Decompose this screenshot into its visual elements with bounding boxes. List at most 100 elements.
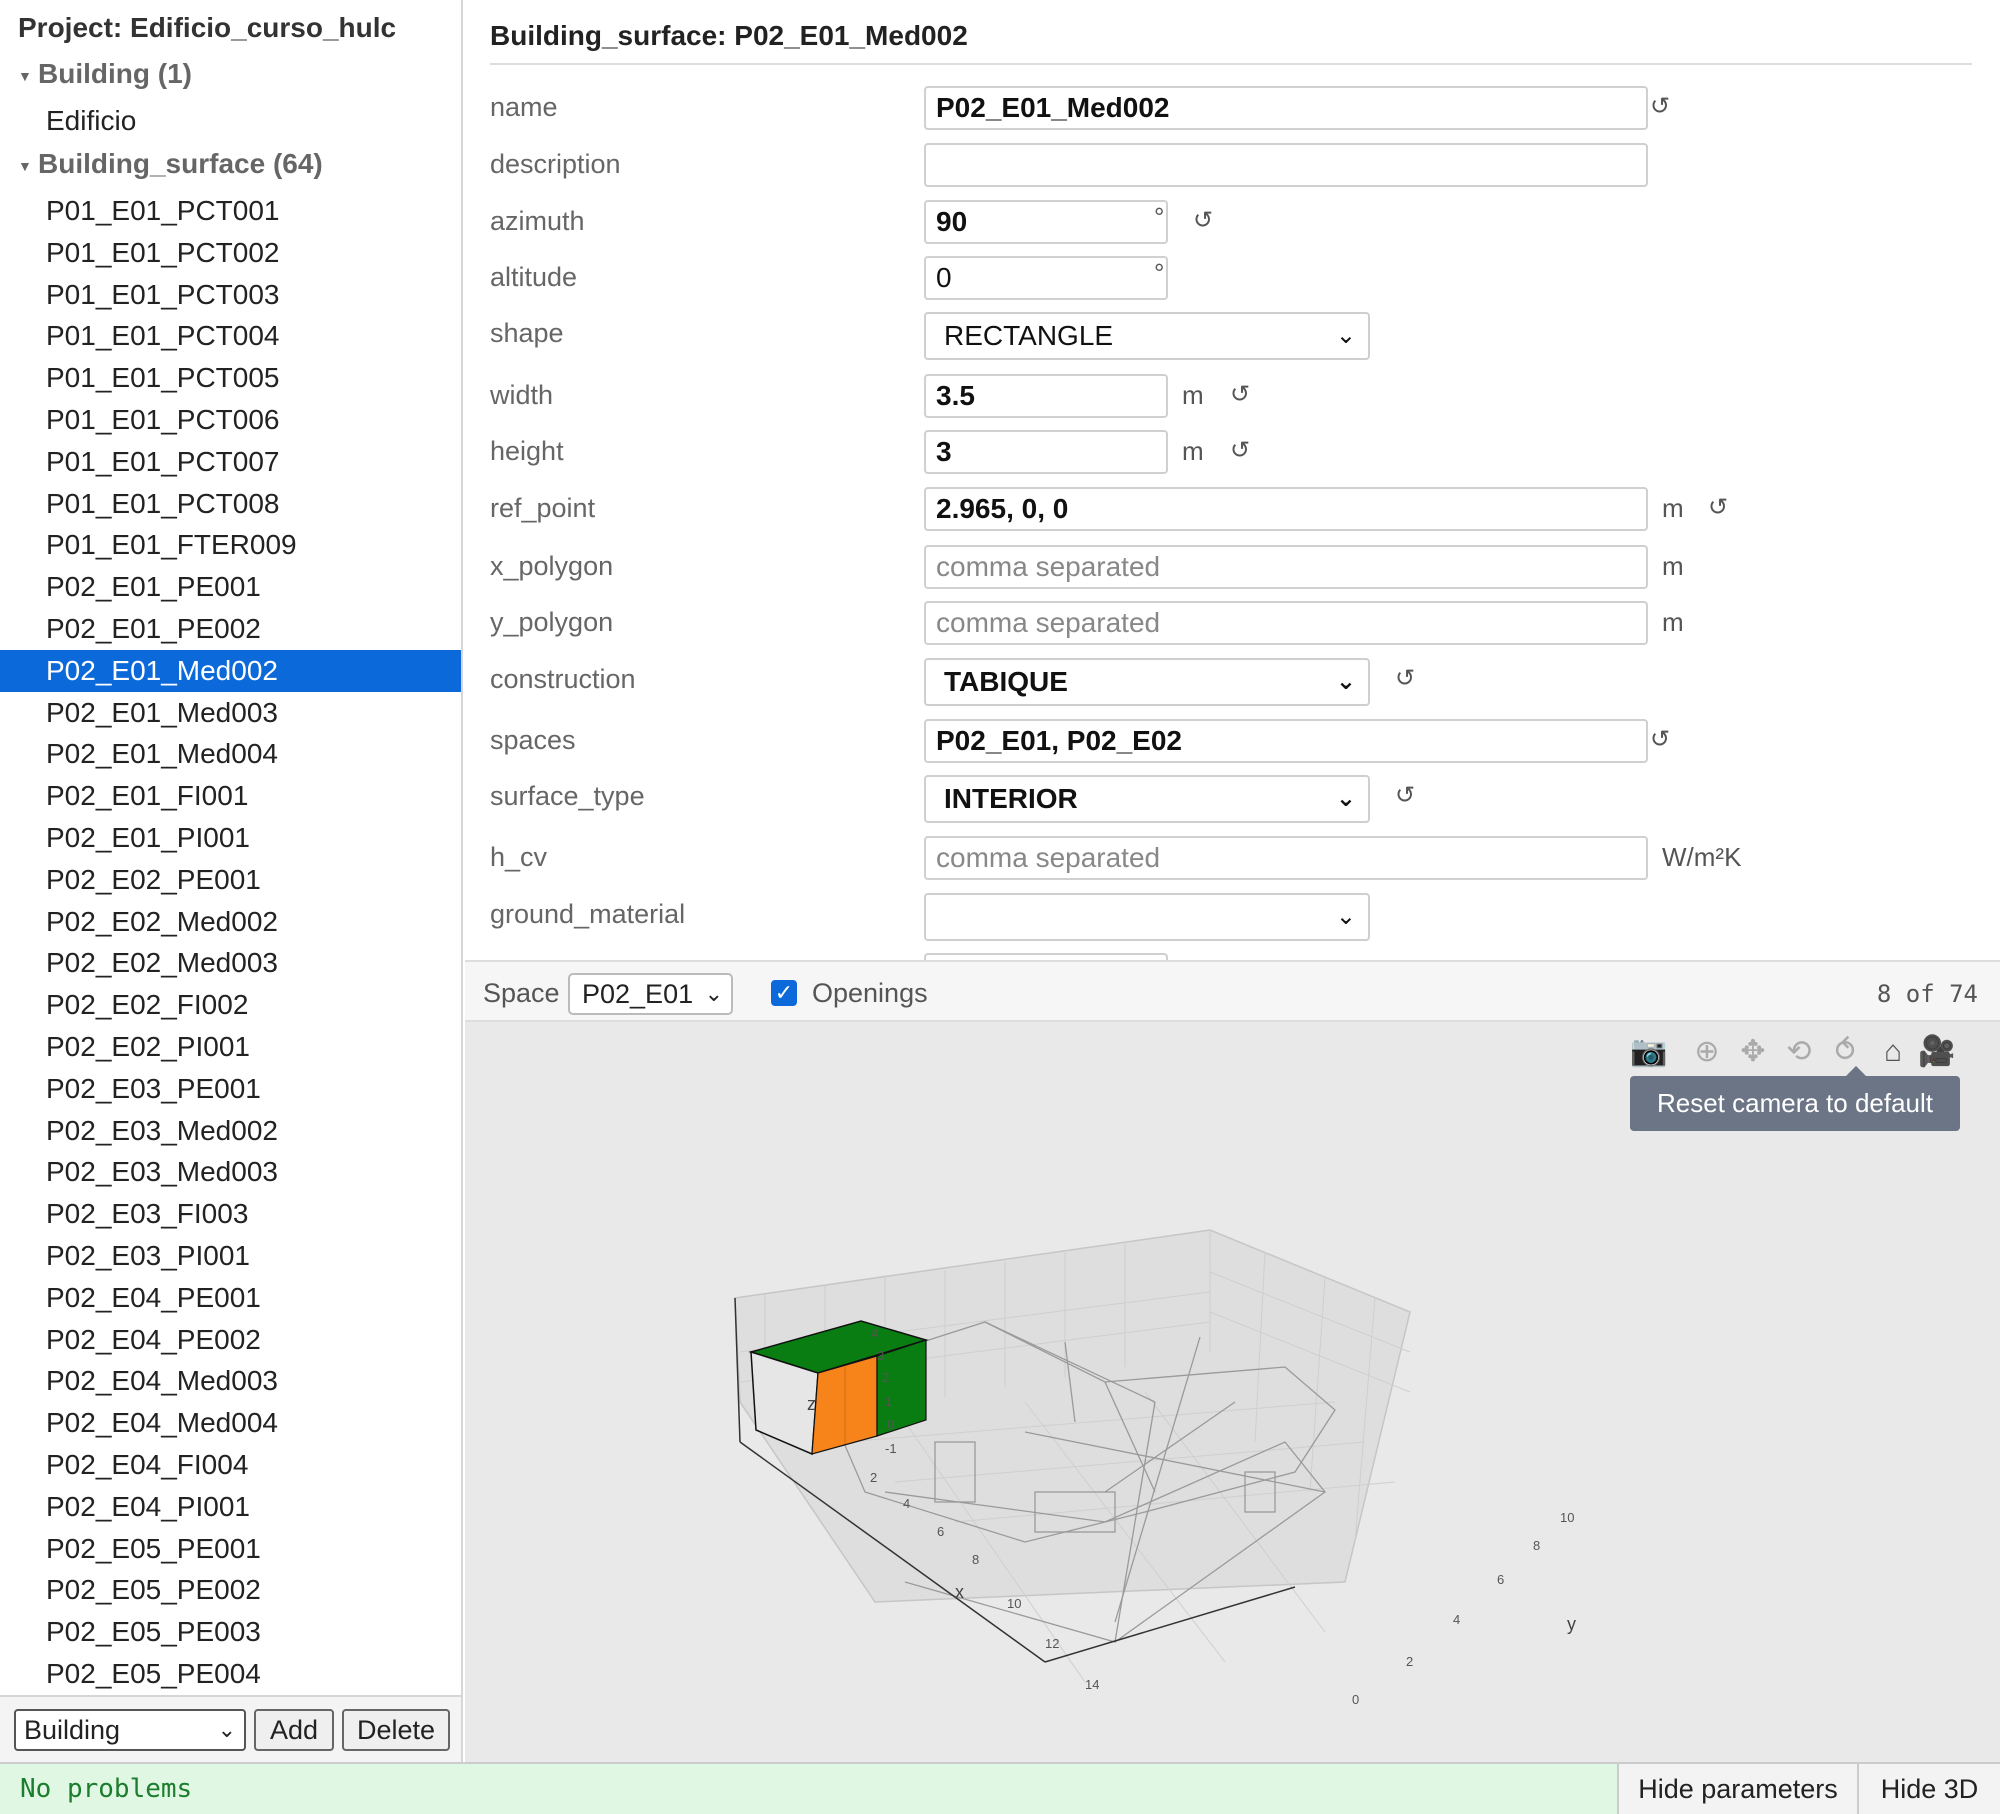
ref-point-input[interactable]: 2.965, 0, 0 bbox=[924, 487, 1648, 531]
surface-type-value: INTERIOR bbox=[944, 783, 1078, 814]
space-select[interactable]: P02_E01 ⌄ bbox=[568, 973, 733, 1015]
tree-item-surface[interactable]: P01_E01_PCT005 bbox=[0, 357, 461, 399]
tree-item-surface[interactable]: P02_E01_PI001 bbox=[0, 817, 461, 859]
reset-icon[interactable]: ↺ bbox=[1230, 436, 1250, 465]
surface-list: P01_E01_PCT001 P01_E01_PCT002 P01_E01_PCT0… bbox=[0, 190, 461, 1695]
tree-group-label: Building (1) bbox=[38, 58, 192, 89]
description-input[interactable] bbox=[924, 143, 1648, 187]
tree-item-surface[interactable]: P02_E03_FI003 bbox=[0, 1193, 461, 1235]
reset-icon[interactable]: ↺ bbox=[1708, 493, 1728, 522]
h-cv-input[interactable]: comma separated bbox=[924, 836, 1648, 880]
tree-item-surface[interactable]: P02_E01_Med003 bbox=[0, 692, 461, 734]
name-input[interactable]: P02_E01_Med002 bbox=[924, 86, 1648, 130]
add-button[interactable]: Add bbox=[254, 1709, 334, 1751]
hide-3d-button[interactable]: Hide 3D bbox=[1857, 1764, 2000, 1814]
x-tick: 6 bbox=[937, 1524, 945, 1539]
tree-item-surface[interactable]: P02_E03_PI001 bbox=[0, 1235, 461, 1277]
spaces-input[interactable]: P02_E01, P02_E02 bbox=[924, 719, 1648, 763]
reset-icon[interactable]: ↺ bbox=[1193, 206, 1213, 235]
reset-icon[interactable]: ↺ bbox=[1395, 664, 1415, 693]
tree-item-surface[interactable]: P01_E01_FTER009 bbox=[0, 524, 461, 566]
tree-item-surface[interactable]: P02_E02_PI001 bbox=[0, 1026, 461, 1068]
construction-select[interactable]: TABIQUE ⌄ bbox=[924, 658, 1370, 706]
openings-checkbox[interactable]: ✓ bbox=[771, 980, 797, 1006]
hide-parameters-button[interactable]: Hide parameters bbox=[1617, 1764, 1857, 1814]
tree-item-building[interactable]: Edificio bbox=[0, 100, 461, 142]
tree-item-surface[interactable]: P02_E02_FI002 bbox=[0, 984, 461, 1026]
chevron-down-icon: ⌄ bbox=[1335, 322, 1356, 349]
param-label: name bbox=[490, 92, 558, 122]
param-label: construction bbox=[490, 664, 636, 694]
z-axis-title: z bbox=[807, 1394, 816, 1414]
ground-material-select[interactable]: ⌄ bbox=[924, 893, 1370, 941]
tree-item-surface[interactable]: P02_E05_PE004 bbox=[0, 1653, 461, 1695]
unit-label: m bbox=[1182, 380, 1204, 410]
sidebar-footer: Building ⌄ Add Delete bbox=[0, 1695, 461, 1762]
tree-item-surface[interactable]: P01_E01_PCT004 bbox=[0, 315, 461, 357]
shape-select[interactable]: RECTANGLE ⌄ bbox=[924, 312, 1370, 360]
tree-item-surface[interactable]: P01_E01_PCT006 bbox=[0, 399, 461, 441]
tree-item-surface[interactable]: P02_E04_PE002 bbox=[0, 1319, 461, 1361]
param-label: description bbox=[490, 149, 621, 179]
status-bar: No problems Hide parameters Hide 3D bbox=[0, 1762, 2000, 1814]
tree-item-surface[interactable]: P02_E04_Med003 bbox=[0, 1360, 461, 1402]
tree-item-surface[interactable]: P02_E05_PE001 bbox=[0, 1528, 461, 1570]
tree-item-surface[interactable]: P02_E04_PE001 bbox=[0, 1277, 461, 1319]
tree-item-surface[interactable]: P02_E04_PI001 bbox=[0, 1486, 461, 1528]
view-toolbar: Space P02_E01 ⌄ ✓ Openings 8 of 74 bbox=[465, 960, 2000, 1022]
chevron-down-icon: ⌄ bbox=[1335, 785, 1356, 812]
tree-item-surface[interactable]: P02_E05_PE002 bbox=[0, 1569, 461, 1611]
heading-divider bbox=[490, 63, 1972, 65]
y-polygon-input[interactable]: comma separated bbox=[924, 601, 1648, 645]
tree-item-surface[interactable]: P01_E01_PCT002 bbox=[0, 232, 461, 274]
tree-item-surface[interactable]: P01_E01_PCT001 bbox=[0, 190, 461, 232]
param-row-width: width 3.5 m ↺ bbox=[490, 374, 1970, 420]
x-tick: 4 bbox=[903, 1496, 911, 1511]
tree-item-surface[interactable]: P02_E03_Med003 bbox=[0, 1151, 461, 1193]
tree-item-surface[interactable]: P02_E01_Med002 bbox=[0, 649, 461, 692]
tree-item-surface[interactable]: P02_E02_Med003 bbox=[0, 942, 461, 984]
tree-item-surface[interactable]: P02_E04_Med004 bbox=[0, 1402, 461, 1444]
object-type-select[interactable]: Building ⌄ bbox=[14, 1709, 246, 1751]
param-label: shape bbox=[490, 318, 564, 348]
z-tick: -1 bbox=[885, 1441, 897, 1456]
height-input[interactable]: 3 bbox=[924, 430, 1168, 474]
reset-icon[interactable]: ↺ bbox=[1650, 92, 1670, 121]
tree-item-surface[interactable]: P02_E02_PE001 bbox=[0, 859, 461, 901]
delete-button[interactable]: Delete bbox=[342, 1709, 450, 1751]
param-label: x_polygon bbox=[490, 551, 614, 581]
tree-item-surface[interactable]: P02_E01_PE002 bbox=[0, 608, 461, 650]
x-tick: 2 bbox=[870, 1470, 878, 1485]
tree-item-surface[interactable]: P02_E04_FI004 bbox=[0, 1444, 461, 1486]
tree-item-surface[interactable]: P01_E01_PCT003 bbox=[0, 274, 461, 316]
altitude-input[interactable]: 0 bbox=[924, 256, 1168, 300]
x-polygon-input[interactable]: comma separated bbox=[924, 545, 1648, 589]
tree-item-surface[interactable]: P02_E03_Med002 bbox=[0, 1110, 461, 1152]
tree-item-surface[interactable]: P01_E01_PCT008 bbox=[0, 483, 461, 525]
tree-item-surface[interactable]: P02_E02_Med002 bbox=[0, 901, 461, 943]
param-row-ref-point: ref_point 2.965, 0, 0 m ↺ bbox=[490, 487, 1970, 533]
reset-icon[interactable]: ↺ bbox=[1230, 380, 1250, 409]
tree-item-surface[interactable]: P02_E01_FI001 bbox=[0, 775, 461, 817]
tree-item-surface[interactable]: P02_E05_PE003 bbox=[0, 1611, 461, 1653]
azimuth-input[interactable]: 90 bbox=[924, 200, 1168, 244]
param-label: altitude bbox=[490, 262, 578, 292]
tree-item-surface[interactable]: P02_E03_PE001 bbox=[0, 1068, 461, 1110]
tree-item-surface[interactable]: P01_E01_PCT007 bbox=[0, 441, 461, 483]
surface-type-select[interactable]: INTERIOR ⌄ bbox=[924, 775, 1370, 823]
reset-icon[interactable]: ↺ bbox=[1650, 725, 1670, 754]
3d-viewer[interactable]: 📷 ⊕ ✥ ⟲ ⥀ ⌂ 🎥 Reset camera to default z … bbox=[465, 1022, 2000, 1762]
tree-group-building-surface[interactable]: ▼ Building_surface (64) bbox=[18, 148, 323, 180]
next-field-input[interactable] bbox=[924, 953, 1168, 960]
box-front-right-face bbox=[876, 1339, 927, 1437]
tree-item-surface[interactable]: P02_E01_Med004 bbox=[0, 733, 461, 775]
sidebar-tree: Project: Edificio_curso_hulc ▼ Building (… bbox=[0, 0, 463, 1762]
unit-label: m bbox=[1662, 551, 1684, 581]
tree-group-building[interactable]: ▼ Building (1) bbox=[18, 58, 192, 90]
width-input[interactable]: 3.5 bbox=[924, 374, 1168, 418]
y-tick: 4 bbox=[1453, 1612, 1461, 1627]
reset-icon[interactable]: ↺ bbox=[1395, 781, 1415, 810]
y-tick: 2 bbox=[1406, 1654, 1414, 1669]
tree-item-surface[interactable]: P02_E01_PE001 bbox=[0, 566, 461, 608]
construction-value: TABIQUE bbox=[944, 666, 1068, 697]
